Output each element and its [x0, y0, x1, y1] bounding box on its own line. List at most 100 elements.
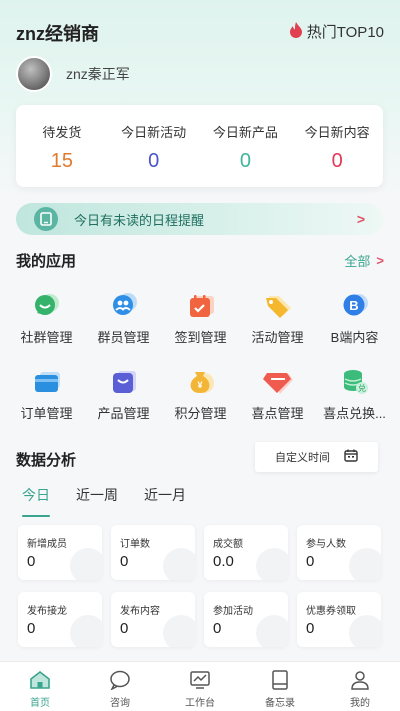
app-points-exchange[interactable]: 兑 喜点兑换... — [316, 366, 393, 442]
tag-icon — [263, 290, 293, 320]
svg-text:兑: 兑 — [358, 383, 366, 393]
app-label: 喜点管理 — [251, 406, 304, 421]
app-label: 群员管理 — [97, 330, 150, 345]
tablet-icon — [34, 207, 58, 231]
hot-top10-button[interactable]: 热门TOP10 — [289, 21, 384, 42]
tabbar-label: 我的 — [350, 698, 370, 709]
app-title: znz经销商 — [16, 24, 99, 44]
people-icon — [349, 548, 381, 580]
app-orders[interactable]: 订单管理 — [8, 366, 85, 442]
coins-icon — [256, 548, 288, 580]
tabbar-label: 备忘录 — [265, 698, 295, 709]
balloon-icon — [256, 615, 288, 647]
user-profile[interactable]: znz秦正军 — [16, 56, 130, 92]
stat-new-content[interactable]: 今日新内容 0 — [291, 105, 383, 187]
metric-label: 订单数 — [120, 539, 150, 550]
stat-new-products[interactable]: 今日新产品 0 — [200, 105, 292, 187]
profile-icon — [349, 670, 371, 690]
app-b-content[interactable]: B B端内容 — [316, 290, 393, 366]
tab-last-month[interactable]: 近一月 — [144, 485, 186, 505]
metric-relay-posts[interactable]: 发布接龙 0 — [18, 592, 102, 647]
metric-orders[interactable]: 订单数 0 — [111, 525, 195, 580]
tab-today[interactable]: 今日 — [22, 485, 50, 517]
all-apps-label: 全部 — [344, 254, 371, 269]
send-icon — [163, 615, 195, 647]
svg-text:¥: ¥ — [197, 380, 202, 390]
metric-published-content[interactable]: 发布内容 0 — [111, 592, 195, 647]
bottom-tab-bar: 首页 咨询 工作台 备忘录 我的 — [0, 661, 400, 711]
app-label: 产品管理 — [97, 406, 150, 421]
app-happy-points[interactable]: 喜点管理 — [239, 366, 316, 442]
workbench-icon — [189, 670, 211, 690]
metric-coupons-claimed[interactable]: 优惠券领取 0 — [297, 592, 381, 647]
metric-value: 0 — [120, 620, 129, 637]
metric-label: 发布接龙 — [27, 606, 67, 617]
tabbar-label: 工作台 — [185, 698, 215, 709]
app-members[interactable]: 群员管理 — [85, 290, 162, 366]
metric-value: 0 — [306, 553, 315, 570]
app-activities[interactable]: 活动管理 — [239, 290, 316, 366]
tabbar-profile[interactable]: 我的 — [320, 662, 400, 711]
app-products[interactable]: 产品管理 — [85, 366, 162, 442]
tabbar-workbench[interactable]: 工作台 — [160, 662, 240, 711]
stat-new-activities[interactable]: 今日新活动 0 — [108, 105, 200, 187]
chevron-right-icon: > — [376, 253, 384, 268]
add-user-icon — [70, 548, 102, 580]
my-apps-title: 我的应用 — [16, 253, 77, 270]
analytics-title: 数据分析 — [16, 452, 77, 469]
schedule-reminder-banner[interactable]: 今日有未读的日程提醒 > — [16, 203, 383, 235]
stat-value: 15 — [50, 150, 73, 172]
points-icon: ¥ — [186, 366, 216, 396]
custom-time-label: 自定义时间 — [275, 452, 330, 464]
stat-label: 今日新活动 — [121, 125, 187, 140]
stat-value: 0 — [331, 150, 343, 172]
metric-label: 参与人数 — [306, 539, 346, 550]
metric-label: 新增成员 — [27, 539, 67, 550]
chevron-right-icon: > — [356, 211, 365, 227]
app-checkin[interactable]: 签到管理 — [162, 290, 239, 366]
app-community[interactable]: 社群管理 — [8, 290, 85, 366]
metric-participants[interactable]: 参与人数 0 — [297, 525, 381, 580]
chat-icon — [109, 670, 131, 691]
metric-value: 0 — [306, 620, 315, 637]
stats-card: 待发货 15 今日新活动 0 今日新产品 0 今日新内容 0 — [16, 105, 383, 187]
metric-label: 优惠券领取 — [306, 606, 356, 617]
metric-label: 成交额 — [213, 539, 243, 550]
top-bar: znz经销商 热门TOP10 — [0, 0, 400, 62]
stat-value: 0 — [148, 150, 160, 172]
app-label: 积分管理 — [174, 406, 227, 421]
app-label: 喜点兑换... — [323, 406, 386, 421]
metric-label: 发布内容 — [120, 606, 160, 617]
community-icon — [32, 290, 62, 320]
memo-icon — [269, 670, 291, 690]
tabbar-consult[interactable]: 咨询 — [80, 662, 160, 711]
avatar[interactable] — [16, 56, 52, 92]
diamond-icon — [262, 366, 293, 396]
home-icon — [29, 670, 51, 690]
order-icon — [32, 366, 62, 396]
period-tabs: 今日 近一周 近一月 — [22, 485, 212, 517]
metric-revenue[interactable]: 成交额 0.0 — [204, 525, 288, 580]
metric-new-members[interactable]: 新增成员 0 — [18, 525, 102, 580]
metric-value: 0 — [120, 553, 129, 570]
custom-time-button[interactable]: 自定义时间 — [255, 442, 378, 472]
relay-icon — [70, 615, 102, 647]
calendar-icon — [330, 449, 358, 465]
stat-label: 今日新产品 — [212, 125, 278, 140]
app-label: 活动管理 — [251, 330, 304, 345]
tabbar-label: 咨询 — [110, 698, 130, 709]
tabbar-home[interactable]: 首页 — [0, 662, 80, 711]
metric-value: 0 — [27, 553, 36, 570]
metric-joined-activities[interactable]: 参加活动 0 — [204, 592, 288, 647]
tabbar-memo[interactable]: 备忘录 — [240, 662, 320, 711]
flame-icon — [289, 21, 307, 42]
stat-pending-shipment[interactable]: 待发货 15 — [16, 105, 108, 187]
apps-grid: 社群管理 群员管理 签到管理 活动管理 B B端内容 订单管理 产品管理 ¥ 积… — [0, 290, 400, 442]
app-label: 社群管理 — [20, 330, 73, 345]
all-apps-link[interactable]: 全部 > — [344, 251, 384, 270]
app-points[interactable]: ¥ 积分管理 — [162, 366, 239, 442]
tab-last-week[interactable]: 近一周 — [76, 485, 118, 505]
app-label: 签到管理 — [174, 330, 227, 345]
stat-label: 今日新内容 — [304, 125, 370, 140]
hot-top10-label: 热门TOP10 — [306, 24, 384, 41]
